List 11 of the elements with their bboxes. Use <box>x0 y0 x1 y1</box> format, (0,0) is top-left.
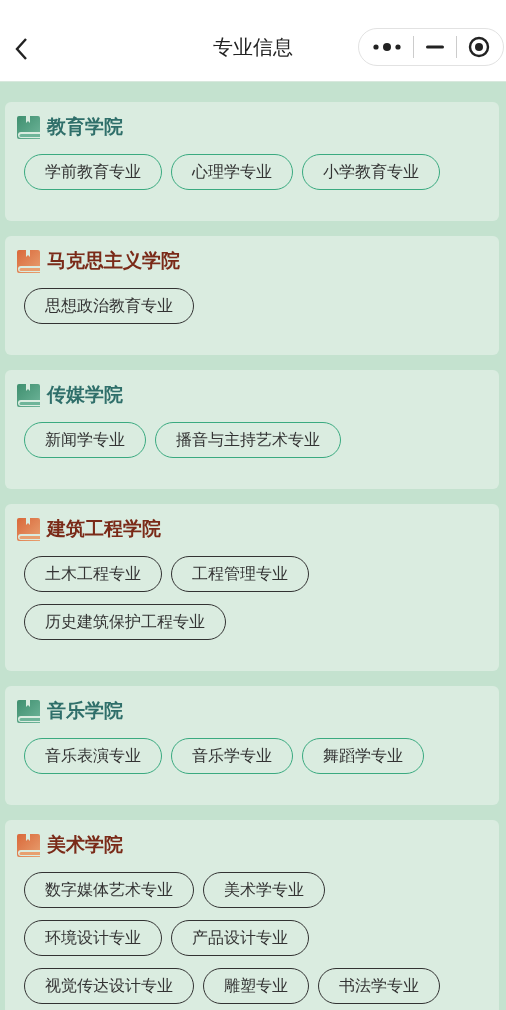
college-name: 传媒学院 <box>47 382 123 407</box>
page-title: 专业信息 <box>212 34 294 61</box>
close-icon[interactable] <box>467 36 490 58</box>
back-icon[interactable] <box>14 36 28 61</box>
college-name: 音乐学院 <box>47 698 123 723</box>
college-name: 马克思主义学院 <box>47 248 180 273</box>
college-name: 美术学院 <box>47 832 123 857</box>
college-name: 建筑工程学院 <box>47 516 161 541</box>
more-icon[interactable] <box>372 42 403 52</box>
college-name: 教育学院 <box>47 114 123 139</box>
minimize-icon[interactable] <box>425 44 445 50</box>
